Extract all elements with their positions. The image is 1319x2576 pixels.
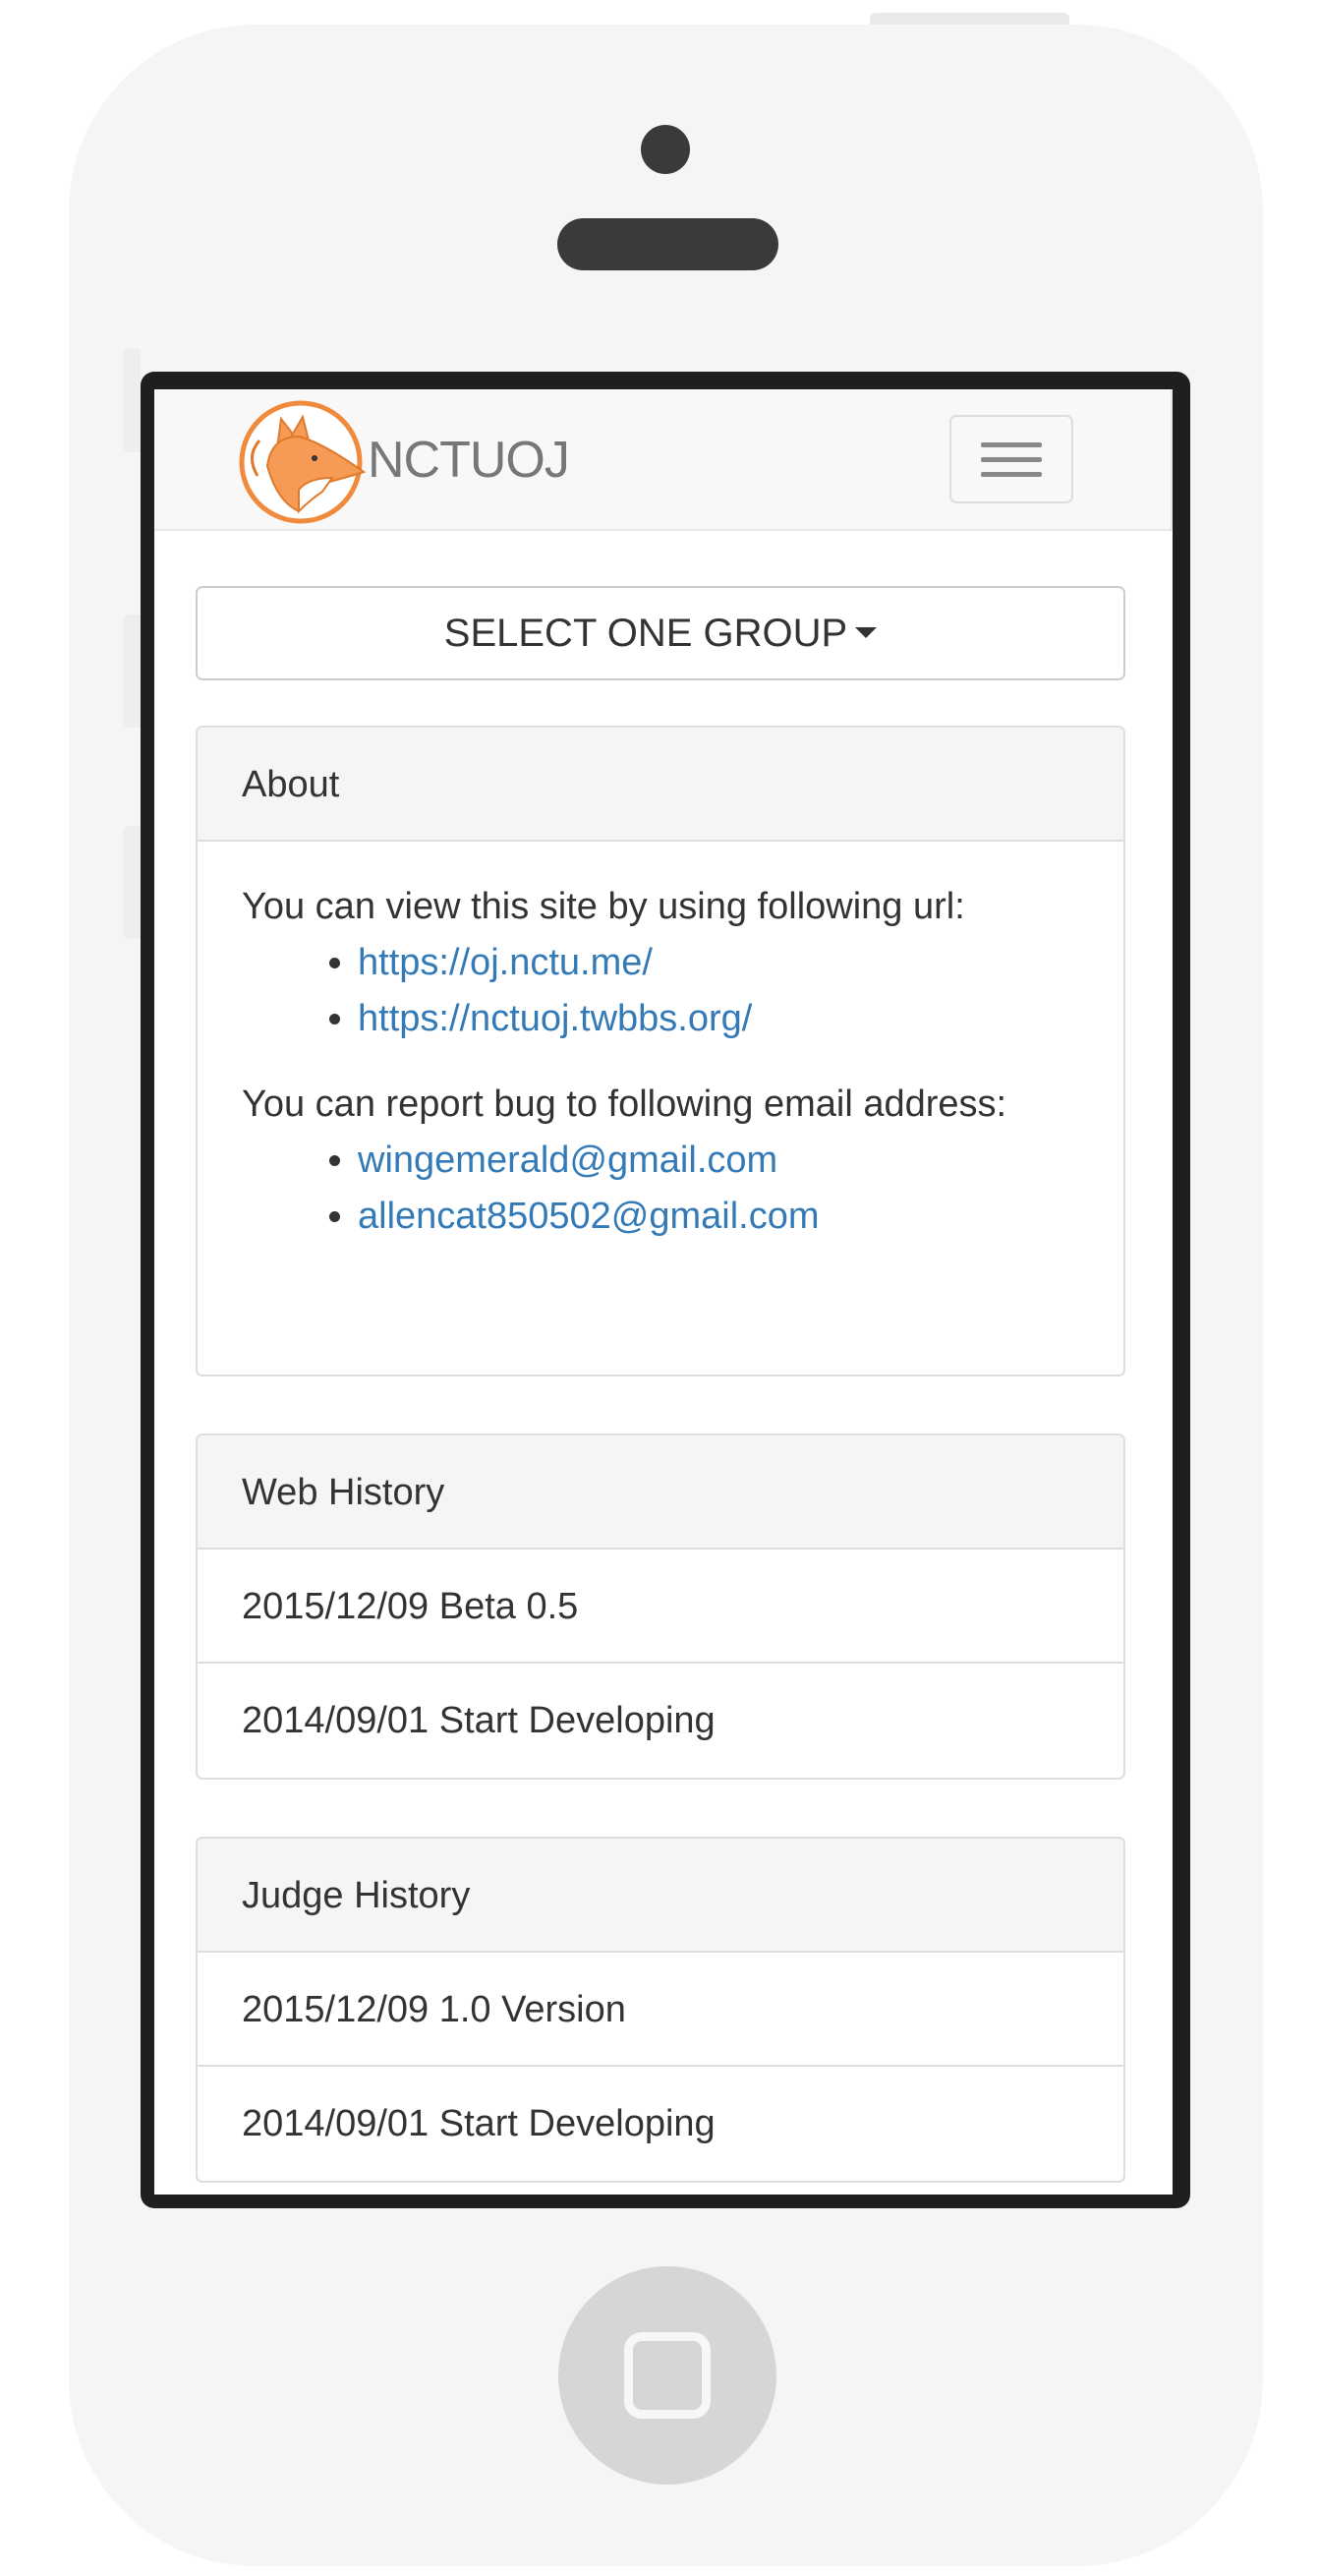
list-item: allencat850502@gmail.com (358, 1189, 1079, 1245)
front-camera (641, 125, 690, 174)
device-screen-bezel: NCTUOJ SELECT ONE GROUP About You can vi… (141, 372, 1190, 2208)
email-list: wingemerald@gmail.com allencat850502@gma… (242, 1133, 1079, 1245)
caret-down-icon (855, 626, 878, 638)
about-body: You can view this site by using followin… (198, 842, 1123, 1327)
url-list: https://oj.nctu.me/ https://nctuoj.twbbs… (242, 935, 1079, 1047)
navbar-toggle-button[interactable] (949, 415, 1073, 503)
device-home-button[interactable] (558, 2266, 776, 2485)
history-list-item: 2015/12/09 1.0 Version (198, 1953, 1123, 2067)
history-list-item: 2014/09/01 Start Developing (242, 1700, 716, 1741)
web-history-heading: Web History (198, 1435, 1123, 1550)
list-item: https://oj.nctu.me/ (358, 935, 1079, 991)
earpiece-speaker (557, 218, 778, 270)
site-url-link[interactable]: https://nctuoj.twbbs.org/ (358, 998, 752, 1039)
email-link[interactable]: wingemerald@gmail.com (358, 1140, 777, 1181)
device-mute-switch (123, 349, 141, 452)
about-heading: About (198, 728, 1123, 842)
select-group-dropdown[interactable]: SELECT ONE GROUP (196, 586, 1125, 680)
browser-viewport: NCTUOJ SELECT ONE GROUP About You can vi… (154, 389, 1173, 2195)
list-item: https://nctuoj.twbbs.org/ (358, 991, 1079, 1047)
judge-history-panel: Judge History 2015/12/09 1.0 Version 201… (196, 1837, 1125, 2183)
email-intro-text: You can report bug to following email ad… (242, 1083, 1007, 1125)
device-volume-down (123, 826, 141, 939)
device-volume-up (123, 615, 141, 728)
select-group-label: SELECT ONE GROUP (443, 612, 848, 655)
site-url-link[interactable]: https://oj.nctu.me/ (358, 942, 653, 983)
brand-title[interactable]: NCTUOJ (368, 431, 570, 490)
url-intro-text: You can view this site by using followin… (242, 886, 965, 927)
history-list-item: 2015/12/09 Beta 0.5 (198, 1550, 1123, 1664)
fox-logo-icon[interactable] (238, 397, 368, 527)
web-history-panel: Web History 2015/12/09 Beta 0.5 2014/09/… (196, 1434, 1125, 1780)
list-item: wingemerald@gmail.com (358, 1133, 1079, 1189)
history-list-item: 2014/09/01 Start Developing (242, 2103, 716, 2144)
email-link[interactable]: allencat850502@gmail.com (358, 1196, 820, 1237)
judge-history-heading: Judge History (198, 1839, 1123, 1953)
navbar: NCTUOJ (154, 389, 1173, 531)
about-panel: About You can view this site by using fo… (196, 726, 1125, 1376)
home-square-icon (624, 2332, 711, 2419)
